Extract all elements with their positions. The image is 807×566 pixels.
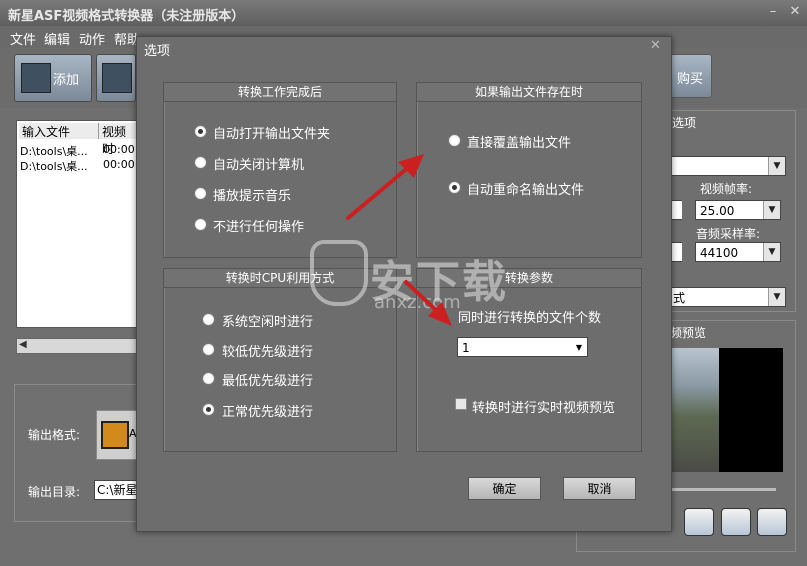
annotation-arrow: [346, 154, 424, 220]
annotation-arrow: [404, 280, 452, 326]
annotation-arrows: [346, 154, 452, 326]
